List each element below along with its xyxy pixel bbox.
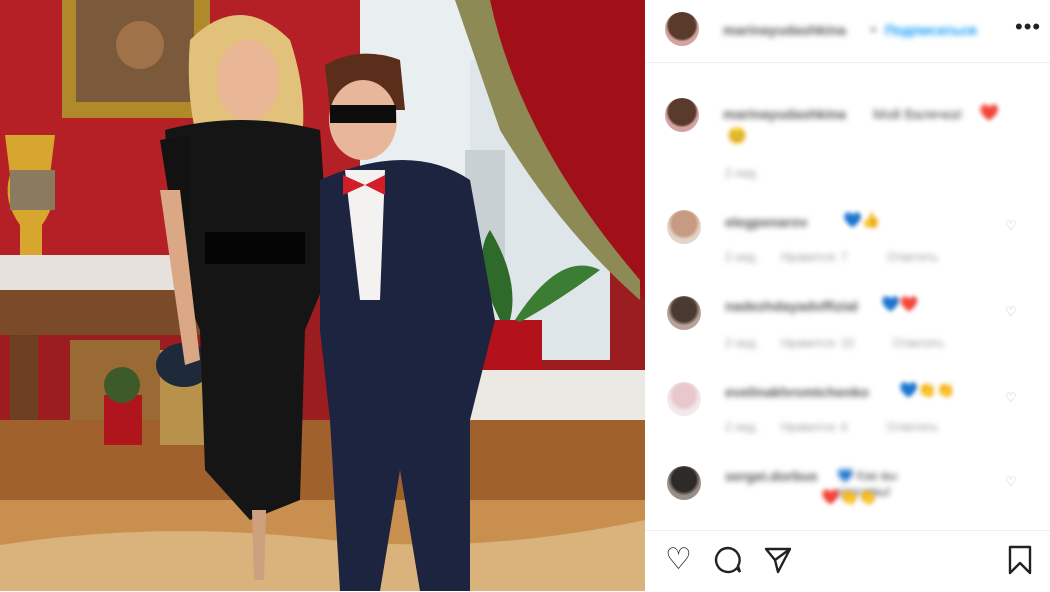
- comment-likes[interactable]: Нравится: 4: [781, 420, 847, 434]
- comment-username[interactable]: evelinakhromtchenko: [725, 384, 869, 400]
- post-header: marinayudashkina • Подписаться •••: [645, 0, 1050, 63]
- comment-item: nadezhdayadoffizial 💙❤️ 2 нед. Нравится:…: [645, 294, 1050, 364]
- comment-avatar[interactable]: [667, 296, 701, 330]
- comment-time: 2 нед.: [725, 250, 759, 264]
- share-plane-svg: [764, 547, 792, 574]
- post-side-panel: marinayudashkina • Подписаться ••• marin…: [645, 0, 1050, 591]
- caption-time: 2 нед.: [725, 166, 759, 180]
- comment-likes[interactable]: Нравится: 7: [781, 250, 847, 264]
- comment-like-icon[interactable]: ♡: [1005, 474, 1017, 490]
- comment-emojis: 💙❤️: [881, 296, 919, 313]
- follow-button[interactable]: Подписаться: [885, 22, 977, 38]
- header-separator: •: [871, 21, 876, 37]
- heart-icon[interactable]: ♡: [665, 545, 692, 575]
- comment-emojis: ❤️👏👏: [821, 489, 878, 506]
- caption-avatar[interactable]: [665, 98, 699, 132]
- comment-like-icon[interactable]: ♡: [1005, 304, 1017, 320]
- comment-item: elegpenarov 💙👍 2 нед. Нравится: 7 Ответи…: [645, 208, 1050, 278]
- caption-text: Мой Валечка!: [873, 106, 963, 122]
- comment-avatar[interactable]: [667, 466, 701, 500]
- comment-item: evelinakhromtchenko 💙👏👏 2 нед. Нравится:…: [645, 380, 1050, 450]
- ellipsis-icon[interactable]: •••: [1015, 14, 1041, 40]
- comment-username[interactable]: elegpenarov: [725, 214, 807, 230]
- caption-smile-emoji: 😊: [727, 128, 747, 145]
- post-actions: ♡: [645, 530, 1050, 592]
- comment-like-icon[interactable]: ♡: [1005, 390, 1017, 406]
- comment-username[interactable]: nadezhdayadoffizial: [725, 298, 858, 314]
- author-avatar[interactable]: [665, 12, 699, 46]
- comment-emojis: 💙👍: [843, 212, 881, 229]
- comment-item: sergei.dorbus 💙 Как вы красивы! ❤️👏👏 ♡: [645, 464, 1050, 526]
- bookmark-icon[interactable]: [1007, 545, 1033, 581]
- comment-reply-button[interactable]: Ответить: [887, 250, 938, 264]
- post-photo[interactable]: [0, 0, 645, 591]
- share-icon[interactable]: [763, 545, 793, 581]
- caption: marinayudashkina Мой Валечка! ❤️ 😊 2 нед…: [645, 98, 1050, 188]
- comment-reply-button[interactable]: Ответить: [887, 420, 938, 434]
- comment-reply-button[interactable]: Ответить: [893, 336, 944, 350]
- caption-username[interactable]: marinayudashkina: [723, 106, 846, 122]
- comment-like-icon[interactable]: ♡: [1005, 218, 1017, 234]
- comment-time: 2 нед.: [725, 420, 759, 434]
- comment-avatar[interactable]: [667, 382, 701, 416]
- comment-icon[interactable]: [713, 545, 743, 581]
- photo-illustration: [0, 0, 645, 591]
- comment-username[interactable]: sergei.dorbus: [725, 468, 818, 484]
- comment-likes[interactable]: Нравится: 10: [781, 336, 854, 350]
- caption-heart-emoji: ❤️: [979, 105, 999, 122]
- comment-time: 2 нед.: [725, 336, 759, 350]
- comment-bubble-svg: [714, 546, 742, 574]
- author-username[interactable]: marinayudashkina: [723, 22, 846, 38]
- comment-emojis: 💙👏👏: [899, 382, 956, 399]
- bookmark-svg: [1008, 545, 1032, 575]
- comment-avatar[interactable]: [667, 210, 701, 244]
